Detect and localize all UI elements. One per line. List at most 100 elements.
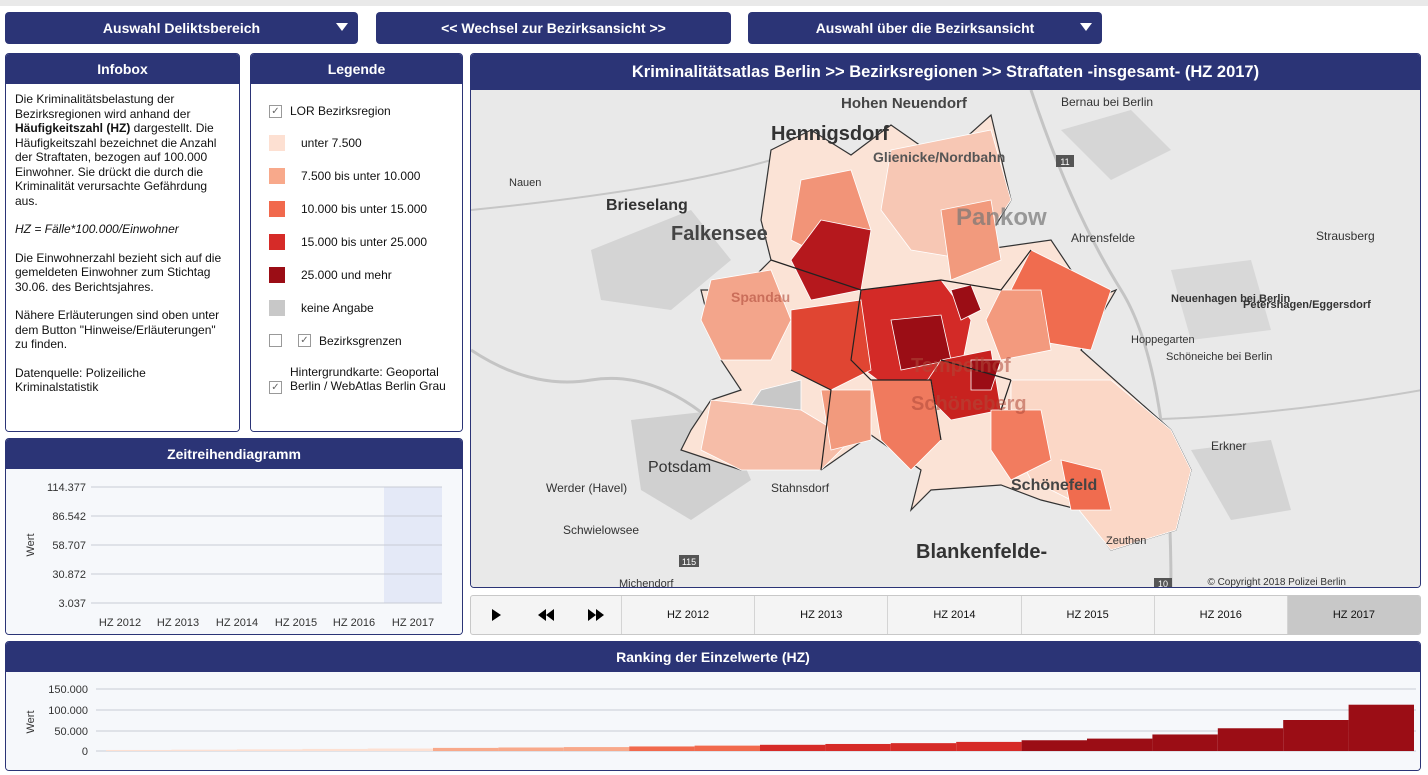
ranking-bar [890,743,957,751]
map-place-label: Tempelhof [911,355,1011,377]
forward-button[interactable] [571,596,621,634]
zeitreihe-panel: Zeitreihendiagramm 114.377 86.542 58.707… [5,438,463,635]
infobox-formula: HZ = Fälle*100.000/Einwohner [15,222,179,236]
legend-bezirksgrenzen-toggle[interactable]: ✓ Bezirksgrenzen [269,324,462,357]
map-place-label: Schöneberg [911,393,1027,415]
map-place-label: Blankenfelde- [916,541,1047,563]
y-axis-label: Wert [25,533,37,556]
x-tick-label: HZ 2012 [99,617,141,629]
auswahl-bezirksansicht-label: Auswahl über die Bezirksansicht [815,20,1035,36]
map-place-label: Erkner [1211,439,1246,453]
map-title: Kriminalitätsatlas Berlin >> Bezirksregi… [471,54,1420,90]
timeline-year-2013[interactable]: HZ 2013 [754,596,887,634]
legend-swatch [269,167,285,184]
checkbox-bezirksgrenzen[interactable]: ✓ [298,334,311,347]
ranking-bar [498,747,564,751]
y-tick-label: 86.542 [52,511,86,523]
legend-class-label: 15.000 bis unter 25.000 [301,234,428,249]
legend-class-label: unter 7.500 [301,135,362,150]
legend-bezirksgrenzen-label: Bezirksgrenzen [319,333,402,348]
ranking-title: Ranking der Einzelwerte (HZ) [6,642,1420,672]
map-place-label: Hoppegarten [1131,334,1195,346]
checkbox-bezirksgrenzen-outer[interactable] [269,334,282,347]
ranking-bar [367,748,433,751]
legend-swatch [269,299,285,316]
infobox-body: Die Kriminalitätsbelastung der Bezirksre… [6,84,239,431]
legend-swatch [269,200,285,217]
timeline-year-2012[interactable]: HZ 2012 [621,596,754,634]
ranking-bar [106,749,172,751]
map-place-label: Spandau [731,289,790,305]
timeline-bar: HZ 2012 HZ 2013 HZ 2014 HZ 2015 HZ 2016 … [470,595,1421,635]
map-place-label: Nauen [509,177,541,189]
infobox-text: Die Kriminalitätsbelastung der Bezirksre… [15,92,191,121]
map-place-label: Hohen Neuendorf [841,95,968,112]
auswahl-deliktsbereich-label: Auswahl Deliktsbereich [102,20,261,36]
y-axis-label: Wert [25,710,37,733]
timeline-year-2017[interactable]: HZ 2017 [1286,596,1420,634]
map-place-label: Glienicke/Nordbahn [873,149,1005,165]
map-place-label: Ahrensfelde [1071,231,1135,245]
legend-swatch [269,266,285,283]
map-place-label: Schönefeld [1011,477,1097,494]
legend-lor-toggle[interactable]: ✓ LOR Bezirksregion [269,96,462,126]
road-badge-label: 10 [1158,579,1168,588]
checkbox-lor[interactable]: ✓ [269,104,282,118]
wechsel-bezirksansicht-button[interactable]: << Wechsel zur Bezirksansicht >> [376,12,731,44]
legend-title: Legende [251,54,462,84]
map-place-label: Brieselang [606,197,688,214]
legend-class-label: keine Angabe [301,300,374,315]
ranking-bar [825,743,891,751]
map-place-label: Petershagen/Eggersdorf [1243,299,1371,311]
y-tick-label: 50.000 [54,726,88,738]
legend-class-row: keine Angabe [269,291,462,324]
rewind-icon [538,609,554,621]
legend-class-label: 7.500 bis unter 10.000 [301,168,421,183]
map-place-label: Strausberg [1316,229,1375,243]
legend-hintergrund-toggle[interactable]: ✓ Hintergrundkarte: Geoportal Berlin / W… [269,365,462,394]
ranking-panel: Ranking der Einzelwerte (HZ) 150.000 100… [5,641,1421,771]
ranking-chart: 150.000 100.000 50.000 0 Wert [6,672,1420,770]
x-tick-label: HZ 2017 [392,617,434,629]
map-panel: Kriminalitätsatlas Berlin >> Bezirksregi… [470,53,1421,588]
ranking-bar [760,744,826,751]
chart-background [6,672,1420,770]
x-tick-label: HZ 2013 [157,617,199,629]
road-badge-label: 11 [1060,157,1069,167]
caret-down-icon [1080,23,1092,31]
rewind-button[interactable] [521,596,571,634]
map-place-label: Potsdam [648,459,711,476]
zeitreihe-title: Zeitreihendiagramm [6,439,462,469]
legend-class-row: 25.000 und mehr [269,258,462,291]
map-canvas[interactable]: Hohen Neuendorf Bernau bei Berlin Hennig… [471,90,1421,588]
play-button[interactable] [471,596,521,634]
legend-class-row: 10.000 bis unter 15.000 [269,192,462,225]
y-tick-label: 150.000 [48,684,88,696]
ranking-bar [629,746,695,751]
timeline-year-2014[interactable]: HZ 2014 [887,596,1020,634]
infobox-datenquelle: Datenquelle: Polizeiliche Kriminalstatis… [15,365,146,395]
y-tick-label: 100.000 [48,705,88,717]
legend-class-row: 15.000 bis unter 25.000 [269,225,462,258]
map-place-label: Falkensee [671,223,768,245]
timeline-year-2016[interactable]: HZ 2016 [1153,596,1287,634]
legend-hintergrund-label: Hintergrundkarte: Geoportal Berlin / Web… [290,365,446,393]
top-strip [0,0,1428,6]
ranking-bar [433,747,499,751]
y-tick-label: 114.377 [47,482,86,494]
checkbox-hintergrund[interactable]: ✓ [269,381,282,394]
y-tick-label: 58.707 [52,540,86,552]
timeline-year-2015[interactable]: HZ 2015 [1020,596,1154,634]
x-tick-label: HZ 2016 [333,617,375,629]
ranking-bar [694,745,760,751]
legend-body: ✓ LOR Bezirksregion unter 7.500 7.500 bi… [251,84,462,431]
legend-class-row: 7.500 bis unter 10.000 [269,159,462,192]
auswahl-deliktsbereich-dropdown[interactable]: Auswahl Deliktsbereich [5,12,358,44]
caret-down-icon [336,23,348,31]
play-icon [492,609,501,621]
map-place-label: Bernau bei Berlin [1061,95,1153,109]
auswahl-bezirksansicht-dropdown[interactable]: Auswahl über die Bezirksansicht [748,12,1102,44]
x-tick-label: HZ 2015 [275,617,317,629]
legend-swatch [269,233,285,250]
x-tick-label: HZ 2014 [216,617,258,629]
